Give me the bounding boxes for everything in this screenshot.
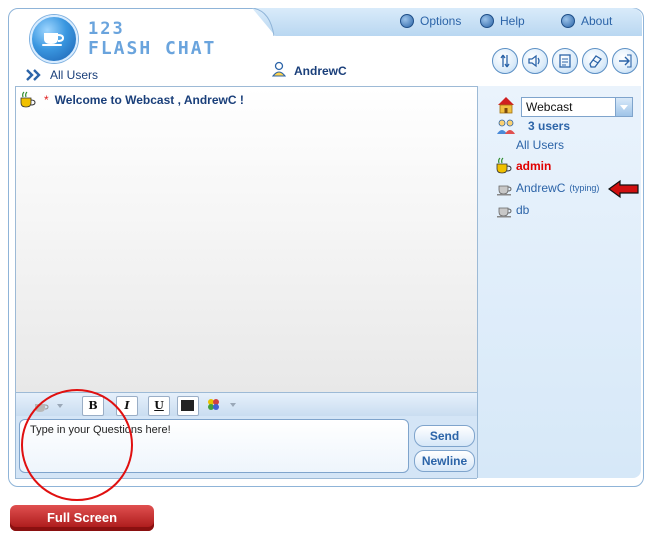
chat-message: * Welcome to Webcast , AndrewC ! xyxy=(18,91,244,109)
options-bullet-icon xyxy=(400,14,414,28)
red-arrow-annotation xyxy=(608,179,639,199)
exit-button[interactable] xyxy=(612,48,638,74)
newline-button[interactable]: Newline xyxy=(414,450,475,472)
sound-icon xyxy=(528,54,540,68)
room-select-value: Webcast xyxy=(526,100,573,114)
admin-cup-icon xyxy=(496,157,512,174)
help-bullet-icon xyxy=(480,14,494,28)
admin-cup-icon xyxy=(20,91,36,108)
sort-button[interactable] xyxy=(492,48,518,74)
help-menu[interactable]: Help xyxy=(480,14,525,28)
message-input[interactable] xyxy=(19,419,409,473)
user-name: AndrewC xyxy=(516,181,566,195)
sound-button[interactable] xyxy=(522,48,548,74)
format-toolbar: B I U xyxy=(15,392,477,418)
coffee-cup-icon xyxy=(497,185,512,196)
all-users-link[interactable]: All Users xyxy=(516,138,564,152)
logo-line-2: FLASH CHAT xyxy=(88,38,217,59)
double-chevron-icon xyxy=(26,69,41,81)
chat-target-header[interactable]: All Users xyxy=(26,68,98,82)
notes-button[interactable] xyxy=(552,48,578,74)
coffee-cup-icon xyxy=(497,207,512,218)
chat-target-label: All Users xyxy=(50,68,99,82)
about-label: About xyxy=(581,14,613,28)
room-select[interactable]: Webcast xyxy=(521,97,633,117)
smiley-picker[interactable] xyxy=(30,396,74,414)
bold-button[interactable]: B xyxy=(82,396,104,416)
message-text: Welcome to Webcast , AndrewC ! xyxy=(54,93,244,107)
user-name: db xyxy=(516,203,530,217)
options-label: Options xyxy=(420,14,462,28)
chat-message-panel[interactable]: * Welcome to Webcast , AndrewC ! xyxy=(15,86,477,394)
full-screen-button[interactable]: Full Screen xyxy=(10,505,154,531)
logo-text: 123 FLASH CHAT xyxy=(88,19,217,59)
users-group-icon xyxy=(497,119,515,134)
room-house-icon xyxy=(498,97,514,114)
notes-icon xyxy=(559,54,571,68)
room-dropdown-button[interactable] xyxy=(615,98,632,116)
about-menu[interactable]: About xyxy=(561,14,612,28)
current-user: AndrewC xyxy=(272,60,347,78)
user-list-item-db[interactable]: db xyxy=(496,202,529,218)
sort-icon xyxy=(500,54,510,68)
users-count: 3 users xyxy=(528,119,571,133)
message-star: * xyxy=(44,93,49,107)
logo-icon xyxy=(30,15,78,63)
help-label: Help xyxy=(500,14,525,28)
user-name: admin xyxy=(516,159,552,173)
palette-icon xyxy=(208,399,236,410)
top-menu-bar-curve xyxy=(252,8,275,36)
emoticon-dropdown-icon xyxy=(35,404,63,412)
italic-button[interactable]: I xyxy=(116,396,138,416)
about-bullet-icon xyxy=(561,14,575,28)
chevron-down-icon xyxy=(620,105,628,110)
text-color-button[interactable] xyxy=(177,396,199,416)
typing-status: (typing) xyxy=(569,183,600,193)
underline-button[interactable]: U xyxy=(148,396,170,416)
eraser-icon xyxy=(589,55,602,68)
logo-line-1: 123 xyxy=(88,19,125,39)
coffee-cup-icon xyxy=(42,33,65,46)
user-list-item-admin[interactable]: admin xyxy=(494,157,551,175)
plugins-dropdown[interactable] xyxy=(205,396,247,414)
current-user-name: AndrewC xyxy=(294,64,347,78)
eraser-button[interactable] xyxy=(582,48,608,74)
options-menu[interactable]: Options xyxy=(400,14,461,28)
user-list-item-andrewc[interactable]: AndrewC (typing) xyxy=(496,180,599,196)
exit-icon xyxy=(619,54,632,68)
color-swatch xyxy=(181,400,194,411)
user-icon xyxy=(272,61,286,77)
send-button[interactable]: Send xyxy=(414,425,475,447)
